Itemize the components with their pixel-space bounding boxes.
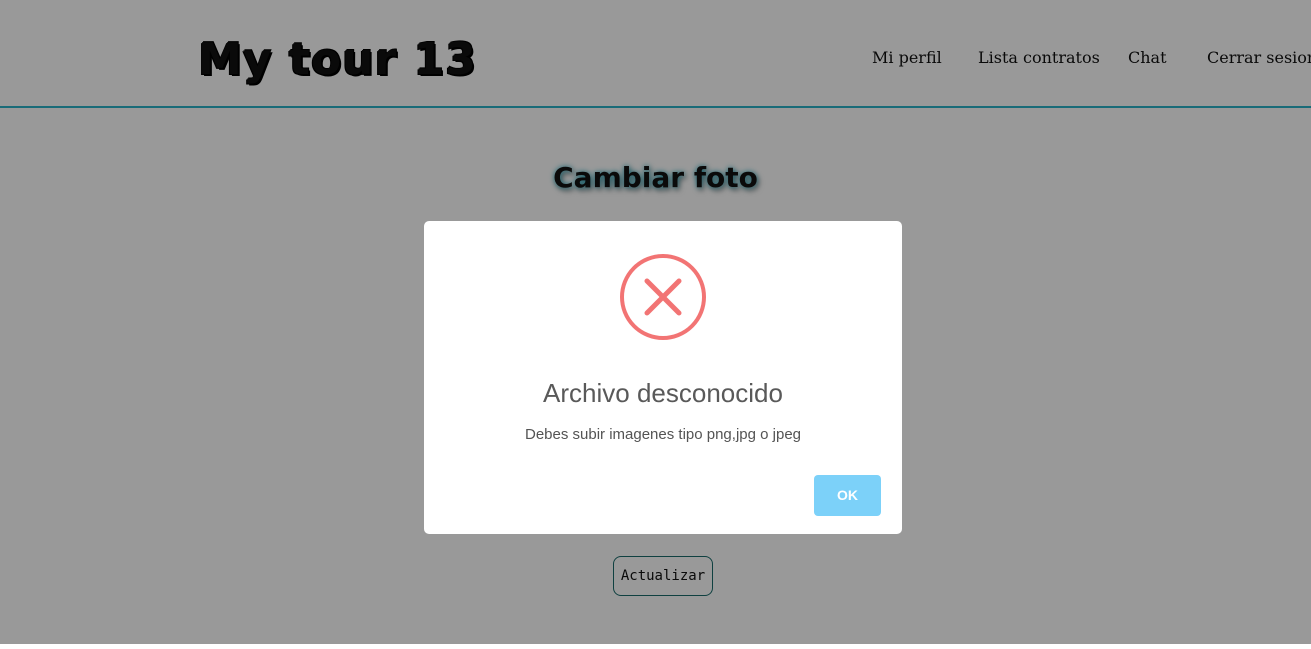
ok-button[interactable]: OK	[814, 475, 881, 516]
dialog-title: Archivo desconocido	[543, 378, 783, 408]
alert-dialog: Archivo desconocido Debes subir imagenes…	[424, 221, 902, 534]
dialog-message: Debes subir imagenes tipo png,jpg o jpeg	[524, 426, 801, 443]
page-bottom	[0, 644, 1311, 649]
error-x-icon	[619, 253, 707, 341]
